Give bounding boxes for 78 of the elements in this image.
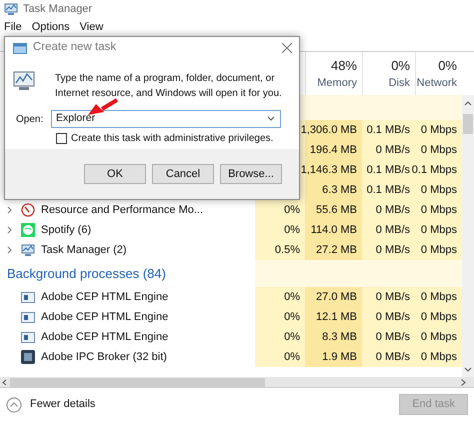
cpu-cell: 0% xyxy=(255,347,305,367)
network-cell: 0 Mbps xyxy=(415,120,462,140)
process-name: Task Manager (2) xyxy=(41,242,127,258)
dropdown-icon xyxy=(266,115,276,123)
disk-cell: 0 MB/s xyxy=(362,220,415,240)
network-cell: 0 Mbps xyxy=(415,307,462,327)
cpu-cell: 0% xyxy=(255,220,305,240)
network-cell: 0 Mbps xyxy=(415,347,462,367)
cpu-cell: 0% xyxy=(255,287,305,307)
network-cell: 0 Mbps xyxy=(415,200,462,220)
dialog-button[interactable]: Browse... xyxy=(220,164,282,184)
collapse-icon xyxy=(6,396,22,412)
menu-item[interactable]: File xyxy=(4,18,22,36)
disk-cell: 0 MB/s xyxy=(362,347,415,367)
memory-cell: 6.3 MB xyxy=(305,180,362,200)
disk-cell: 0 MB/s xyxy=(362,140,415,160)
network-cell: 0 Mbps xyxy=(415,240,462,260)
window-icon xyxy=(21,292,35,302)
memory-cell: 27.2 MB xyxy=(305,240,362,260)
app-icon xyxy=(21,350,35,364)
dialog-button[interactable]: Cancel xyxy=(152,164,214,184)
dialog-title: Create new task xyxy=(33,40,116,56)
network-cell: 0 Mbps xyxy=(415,287,462,307)
process-name: Adobe IPC Broker (32 bit) xyxy=(41,350,167,365)
process-name: Adobe CEP HTML Engine xyxy=(41,290,168,305)
scroll-thumb[interactable] xyxy=(10,378,265,386)
memory-cell: 27.0 MB xyxy=(305,287,362,307)
process-name: Spotify (6) xyxy=(41,222,92,238)
scroll-thumb[interactable] xyxy=(463,114,473,134)
menu-item[interactable]: Options xyxy=(32,18,70,36)
fewer-details-link[interactable]: Fewer details xyxy=(30,396,96,413)
group-heading: Background processes (84) xyxy=(6,264,166,283)
cpu-cell: 0% xyxy=(255,327,305,347)
memory-cell: 1.9 MB xyxy=(305,347,362,367)
chevron-icon[interactable] xyxy=(6,226,13,234)
window-icon xyxy=(21,332,35,342)
memory-cell: 114.0 MB xyxy=(305,220,362,240)
chevron-icon[interactable] xyxy=(6,206,13,214)
disk-cell: 0.1 MB/s xyxy=(362,180,415,200)
open-label: Open: xyxy=(15,112,44,126)
run-icon xyxy=(13,42,27,54)
memory-cell: 12.1 MB xyxy=(305,307,362,327)
chevron-icon[interactable] xyxy=(6,246,13,254)
menu-item[interactable]: View xyxy=(80,18,104,36)
window-title: Task Manager xyxy=(23,2,92,17)
gauge-icon xyxy=(21,203,35,217)
network-cell: 0 Mbps xyxy=(415,140,462,160)
cpu-cell: 0% xyxy=(255,200,305,220)
disk-cell: 0 MB/s xyxy=(362,327,415,347)
cpu-cell: 0.5% xyxy=(255,240,305,260)
memory-cell: 196.4 MB xyxy=(305,140,362,160)
process-name: Adobe CEP HTML Engine xyxy=(41,330,168,345)
network-cell: 0 Mbps xyxy=(415,180,462,200)
scroll-right-icon xyxy=(461,378,466,386)
open-combobox[interactable]: Explorer xyxy=(51,110,281,128)
horizontal-scrollbar[interactable] xyxy=(0,377,474,388)
music-app-icon xyxy=(21,223,35,237)
network-cell: 0 Mbps xyxy=(415,220,462,240)
memory-cell: 8.3 MB xyxy=(305,327,362,347)
checkbox-label: Create this task with administrative privileges. xyxy=(71,132,274,146)
disk-cell: 0 MB/s xyxy=(362,287,415,307)
program-icon xyxy=(13,69,35,91)
disk-cell: 0.1 MB/s xyxy=(362,120,415,140)
disk-cell: 0 MB/s xyxy=(362,240,415,260)
task-manager-icon xyxy=(21,244,35,256)
dialog-button[interactable]: OK xyxy=(84,164,146,184)
task-manager-icon xyxy=(4,3,18,15)
admin-checkbox[interactable] xyxy=(56,133,67,144)
process-name: Adobe CEP HTML Engine xyxy=(41,310,168,325)
window-icon xyxy=(21,312,35,322)
vertical-scrollbar[interactable] xyxy=(462,95,474,377)
disk-cell: 0 MB/s xyxy=(362,307,415,327)
network-cell: 0 Mbps xyxy=(415,327,462,347)
memory-cell: 55.6 MB xyxy=(305,200,362,220)
process-name: Resource and Performance Mo... xyxy=(41,202,204,218)
dialog-message: Type the name of a program, folder, document, or Internet resource, and Windows will open it for you. xyxy=(55,72,283,101)
cpu-cell: 0% xyxy=(255,307,305,327)
disk-cell: 0 MB/s xyxy=(362,200,415,220)
